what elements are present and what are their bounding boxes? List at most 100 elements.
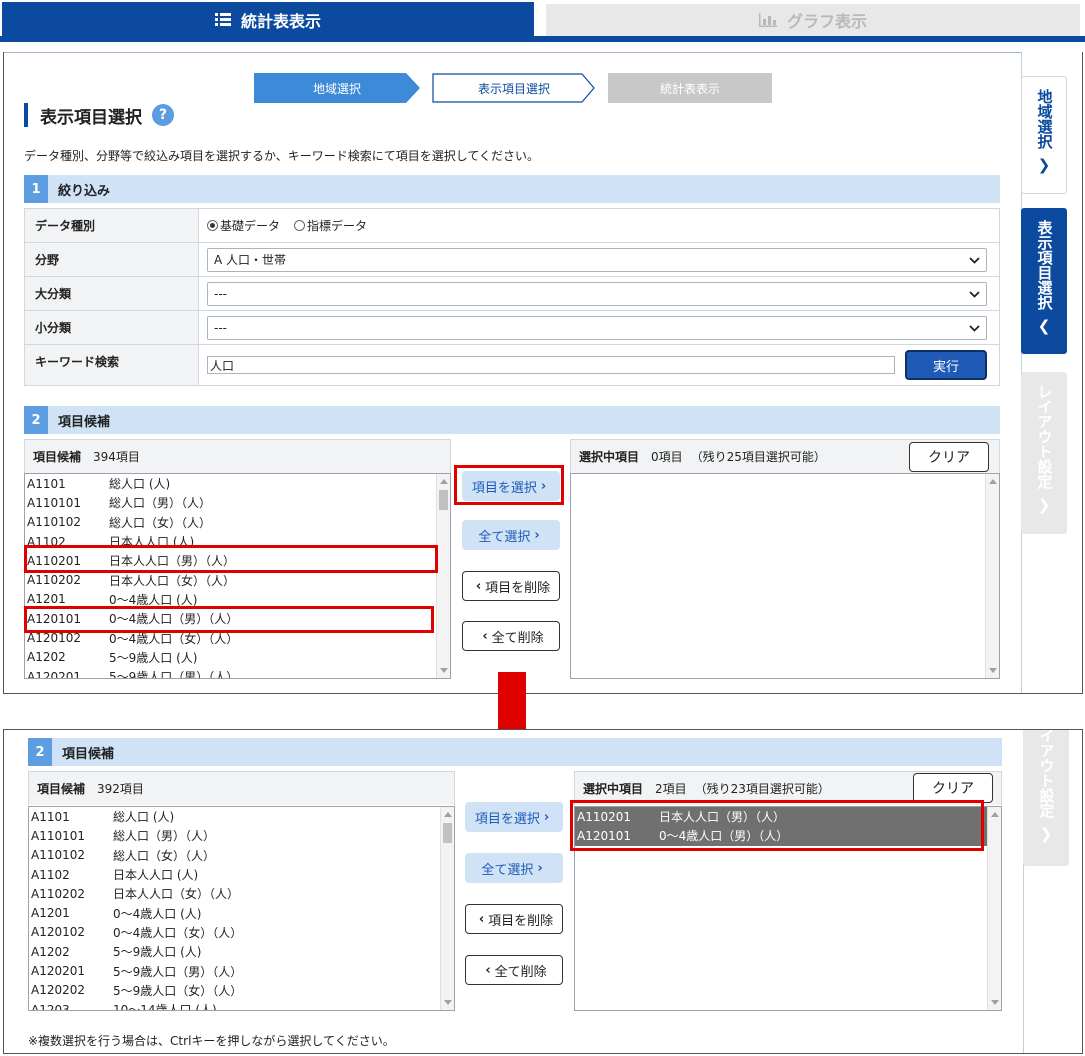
scroll-up-icon[interactable] [991, 812, 999, 817]
tab-underline [0, 36, 1085, 42]
keyword-input[interactable]: 人口 [207, 356, 895, 374]
select-all-button[interactable]: 全て選択 › [465, 853, 563, 883]
item-name: 5～9歳人口（女）（人） [113, 983, 243, 998]
scrollbar[interactable] [440, 807, 454, 1010]
select-item-button[interactable]: 項目を選択 › [465, 802, 563, 832]
list-item[interactable]: A110202 日本人人口（女）（人） [25, 570, 450, 589]
tab-graph[interactable]: グラフ表示 [546, 4, 1080, 36]
list-item[interactable]: A1102 日本人人口 (人) [29, 865, 454, 884]
list-item[interactable]: A110101 総人口（男）（人） [29, 826, 454, 845]
filter-row-data-type: データ種別 基礎データ 指標データ [25, 209, 999, 243]
minor-category-select[interactable]: --- [207, 315, 987, 340]
item-code: A1202 [31, 944, 70, 959]
list-item[interactable]: A110101 総人口（男）（人） [25, 493, 450, 512]
list-item[interactable]: A120201 5～9歳人口（男）（人） [25, 667, 450, 678]
item-code: A110202 [27, 573, 82, 588]
radio-indicator-data[interactable]: 指標データ [294, 217, 367, 234]
instruction-text: データ種別、分野等で絞込み項目を選択するか、キーワード検索にて項目を選択してくだ… [24, 149, 540, 163]
scrollbar[interactable] [985, 474, 999, 678]
item-code: A1202 [27, 650, 66, 665]
list-item[interactable]: A120202 5～9歳人口（女）（人） [29, 981, 454, 1000]
list-item[interactable]: A110102 総人口（女）（人） [25, 513, 450, 532]
clear-button[interactable]: クリア [913, 773, 993, 803]
list-item[interactable]: A1101 総人口 (人) [29, 807, 454, 826]
list-item[interactable]: A110102 総人口（女）（人） [29, 846, 454, 865]
tab-graph-label: グラフ表示 [786, 12, 867, 31]
chevron-down-icon [969, 287, 980, 301]
list-item[interactable]: A110202 日本人人口（女）（人） [29, 884, 454, 903]
delete-item-button[interactable]: ‹ 項目を削除 [465, 904, 563, 934]
item-code: A1102 [31, 867, 70, 882]
list-item[interactable]: A120201 5～9歳人口（男）（人） [29, 961, 454, 980]
execute-button[interactable]: 実行 [905, 350, 987, 380]
scroll-up-icon[interactable] [444, 812, 452, 817]
scroll-down-icon[interactable] [444, 1000, 452, 1005]
item-name: 5～9歳人口 (人) [109, 650, 198, 665]
step-item-selection[interactable]: 表示項目選択 [432, 73, 596, 103]
filter-row-minor: 小分類 --- [25, 311, 999, 345]
list-item[interactable]: A1202 5～9歳人口 (人) [25, 648, 450, 667]
item-code: A1101 [27, 476, 66, 491]
list-item[interactable]: A120102 0～4歳人口（女）（人） [29, 923, 454, 942]
radio-basic-data[interactable]: 基礎データ [207, 217, 280, 234]
item-code: A1101 [31, 809, 70, 824]
scroll-thumb[interactable] [439, 490, 448, 510]
item-code: A1201 [27, 592, 66, 607]
scroll-down-icon[interactable] [440, 668, 448, 673]
item-name: 総人口（男）（人） [113, 829, 216, 844]
candidates-header: 項目候補 392項目 [28, 771, 455, 805]
item-code: A110101 [31, 828, 86, 843]
candidates-header: 項目候補 394項目 [24, 439, 451, 473]
scroll-down-icon[interactable] [989, 668, 997, 673]
item-selection-panel-after: 2 項目候補 項目候補 392項目 A1101 総人口 (人) A110101 総人… [3, 729, 1083, 1054]
item-name: 0～4歳人口 (人) [113, 906, 202, 921]
step-area-selection[interactable]: 地域選択 [254, 73, 420, 103]
side-tab-layout-settings[interactable]: イアウト設定 ❯ [1023, 730, 1069, 866]
filter-row-major: 大分類 --- [25, 277, 999, 311]
filter-table: データ種別 基礎データ 指標データ 分野 A 人口・世帯 大分類 --- 小分類… [24, 208, 1000, 386]
selected-listbox[interactable] [570, 473, 1000, 679]
clear-button[interactable]: クリア [909, 442, 989, 472]
item-code: A1201 [31, 906, 70, 921]
item-name: 総人口（男）（人） [109, 496, 212, 511]
chevron-left-icon: ‹ [475, 578, 482, 594]
list-item[interactable]: A1201 0～4歳人口 (人) [29, 903, 454, 922]
field-select[interactable]: A 人口・世帯 [207, 247, 987, 272]
scroll-up-icon[interactable] [989, 479, 997, 484]
delete-all-button[interactable]: ‹ 全て削除 [465, 955, 563, 985]
major-category-select[interactable]: --- [207, 281, 987, 306]
radio-checked-icon [207, 220, 218, 231]
item-name: 日本人人口（女）（人） [109, 573, 236, 588]
delete-all-button[interactable]: ‹ 全て削除 [462, 621, 560, 651]
chevron-right-icon: › [537, 860, 543, 876]
candidates-listbox[interactable]: A1101 総人口 (人) A110101 総人口（男）（人） A110102 総人口… [24, 473, 451, 679]
candidates-listbox[interactable]: A1101 総人口 (人) A110101 総人口（男）（人） A110102 総人口… [28, 806, 455, 1011]
side-tab-layout-settings[interactable]: レイアウト設定 ❯ [1021, 372, 1067, 534]
item-name: 総人口 (人) [113, 810, 175, 825]
help-icon[interactable]: ? [152, 104, 174, 126]
scroll-up-icon[interactable] [440, 479, 448, 484]
scrollbar[interactable] [987, 807, 1001, 1010]
step-table-display[interactable]: 統計表表示 [608, 73, 772, 103]
side-tab-item-selection[interactable]: 表示項目選択 ❮ [1021, 208, 1067, 354]
filter-row-field: 分野 A 人口・世帯 [25, 243, 999, 277]
tab-statistics-table[interactable]: 統計表表示 [2, 2, 534, 38]
chevron-left-icon: ‹ [482, 628, 488, 644]
side-tab-area-selection[interactable]: 地域選択 ❯ [1021, 76, 1067, 194]
main-content-after: 2 項目候補 項目候補 392項目 A1101 総人口 (人) A110101 総人… [4, 730, 1024, 1053]
item-name: 日本人人口 (人) [113, 868, 199, 883]
list-item[interactable]: A1101 総人口 (人) [25, 474, 450, 493]
delete-item-button[interactable]: ‹ 項目を削除 [462, 571, 560, 601]
chevron-right-icon: › [543, 809, 550, 825]
chevron-left-icon: ‹ [485, 962, 491, 978]
list-item[interactable]: A1203 10～14歳人口 (人) [29, 1000, 454, 1010]
radio-unchecked-icon [294, 220, 306, 231]
list-item[interactable]: A1202 5～9歳人口 (人) [29, 942, 454, 961]
select-all-button[interactable]: 全て選択 › [462, 520, 560, 550]
scrollbar[interactable] [436, 474, 450, 678]
highlight-row-a120101 [24, 606, 434, 633]
scroll-thumb[interactable] [443, 823, 452, 843]
scroll-down-icon[interactable] [991, 1000, 999, 1005]
chevron-left-icon: ❮ [1037, 317, 1051, 335]
highlight-select-item [454, 465, 564, 505]
